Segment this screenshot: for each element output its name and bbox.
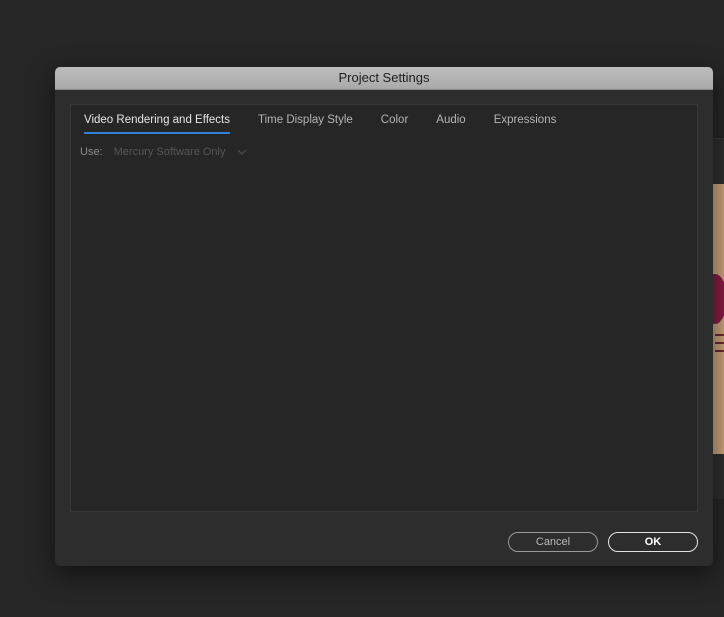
renderer-value: Mercury Software Only [113, 146, 226, 158]
dialog-titlebar[interactable]: Project Settings [55, 67, 713, 90]
tab-time-display-style[interactable]: Time Display Style [244, 112, 367, 134]
renderer-row: Use: Mercury Software Only [80, 146, 248, 158]
project-settings-dialog: Project Settings Video Rendering and Eff… [55, 67, 713, 566]
thumbnail-artwork-line [715, 334, 724, 336]
background-thumbnail [713, 184, 724, 454]
thumbnail-artwork-line [715, 350, 724, 352]
chevron-down-icon [237, 149, 246, 155]
tab-audio[interactable]: Audio [422, 112, 479, 134]
tab-bar: Video Rendering and Effects Time Display… [84, 112, 570, 134]
thumbnail-artwork [713, 274, 724, 324]
dialog-title: Project Settings [338, 70, 430, 85]
ok-button[interactable]: OK [608, 532, 698, 552]
settings-panel: Video Rendering and Effects Time Display… [70, 104, 698, 512]
renderer-dropdown[interactable]: Mercury Software Only [114, 146, 248, 158]
cancel-button[interactable]: Cancel [508, 532, 598, 552]
tab-video-rendering-and-effects[interactable]: Video Rendering and Effects [84, 112, 244, 134]
use-label: Use: [80, 146, 103, 158]
tab-expressions[interactable]: Expressions [480, 112, 571, 134]
thumbnail-artwork-line [715, 342, 724, 344]
tab-color[interactable]: Color [367, 112, 422, 134]
